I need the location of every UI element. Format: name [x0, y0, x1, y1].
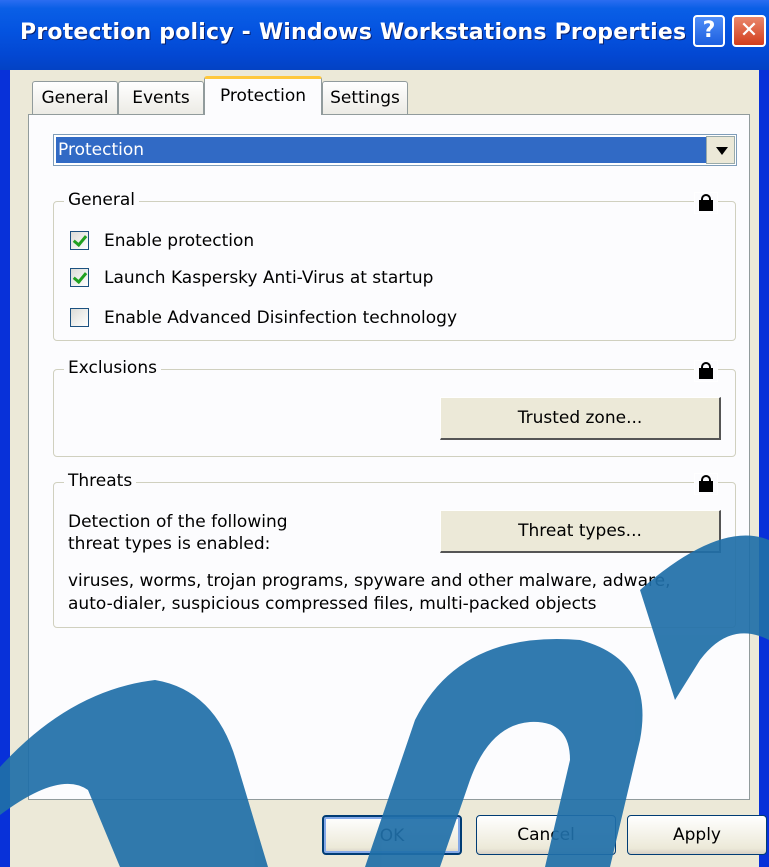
threat-types-list-line1: viruses, worms, trojan programs, spyware… — [68, 571, 671, 591]
threats-group-title: Threats — [64, 471, 137, 491]
advanced-disinfection-label: Enable Advanced Disinfection technology — [104, 308, 458, 328]
apply-button[interactable]: Apply — [627, 815, 767, 855]
tab-settings[interactable]: Settings — [322, 81, 408, 114]
enable-protection-checkbox[interactable] — [70, 231, 89, 250]
advanced-disinfection-checkbox[interactable] — [70, 308, 89, 327]
title-bar[interactable]: Protection policy - Windows Workstations… — [0, 0, 769, 70]
threats-description-line1: Detection of the following — [68, 512, 288, 532]
threats-description-line2: threat types is enabled: — [68, 534, 271, 554]
tab-events[interactable]: Events — [118, 81, 204, 114]
section-dropdown[interactable]: Protection — [53, 134, 737, 166]
dropdown-selected-value: Protection — [56, 137, 707, 163]
chevron-down-icon[interactable] — [706, 136, 735, 164]
enable-protection-label: Enable protection — [104, 231, 255, 251]
window-title: Protection policy - Windows Workstations… — [20, 20, 687, 45]
help-icon[interactable]: ? — [693, 15, 725, 47]
trusted-zone-button[interactable]: Trusted zone... — [440, 397, 721, 440]
dialog-window: Protection policy - Windows Workstations… — [0, 0, 769, 867]
lock-icon[interactable] — [694, 192, 718, 214]
ok-button[interactable]: OK — [322, 815, 462, 855]
launch-at-startup-checkbox[interactable] — [70, 268, 89, 287]
general-group-title: General — [64, 190, 139, 210]
cancel-button[interactable]: Cancel — [476, 815, 616, 855]
tab-protection[interactable]: Protection — [204, 76, 322, 115]
threat-types-button[interactable]: Threat types... — [440, 510, 721, 553]
threat-types-list-line2: auto-dialer, suspicious compressed files… — [68, 594, 597, 614]
lock-icon[interactable] — [694, 473, 718, 495]
lock-icon[interactable] — [694, 360, 718, 382]
launch-at-startup-label: Launch Kaspersky Anti-Virus at startup — [104, 268, 434, 288]
tab-general[interactable]: General — [32, 81, 118, 114]
close-icon[interactable]: ✕ — [732, 15, 766, 47]
exclusions-group-title: Exclusions — [64, 358, 161, 378]
